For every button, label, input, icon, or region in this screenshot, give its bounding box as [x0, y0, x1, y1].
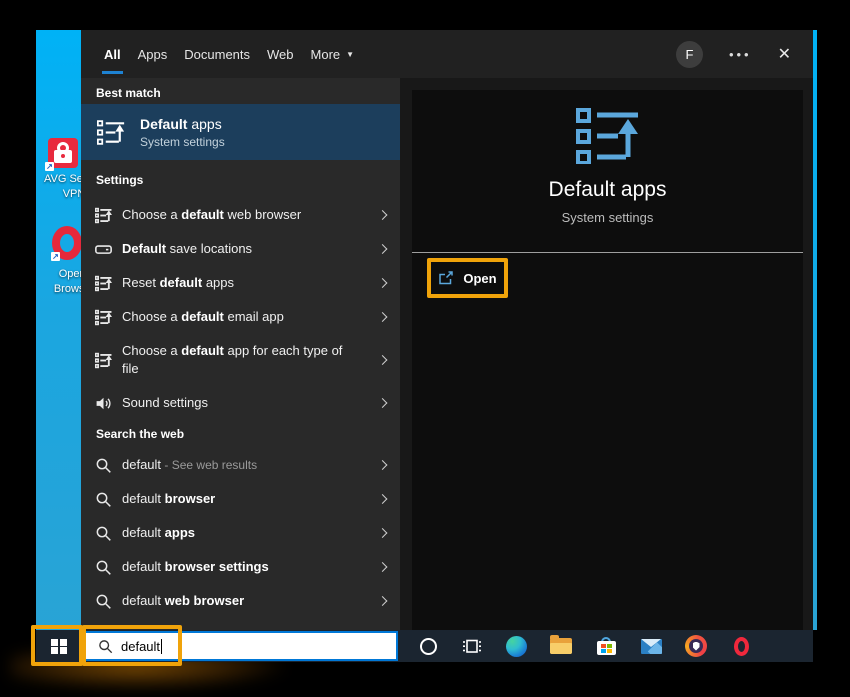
preview-pane: Default apps System settings [400, 78, 813, 630]
web-suggestion-default-apps[interactable]: default apps [81, 516, 400, 550]
chevron-right-icon [378, 355, 388, 365]
search-icon [95, 525, 112, 542]
web-suggestion-default-see-web-results[interactable]: default - See web results [81, 448, 400, 482]
divider [412, 252, 803, 253]
search-icon [95, 457, 112, 474]
best-match-title: Default apps [140, 116, 225, 132]
default-apps-icon [95, 309, 112, 326]
desktop-wallpaper: ↗ AVG Secure VPN ↗ Opera Browser [36, 30, 81, 662]
default-apps-icon [576, 108, 640, 164]
tab-documents[interactable]: Documents [184, 30, 250, 78]
chevron-right-icon [378, 244, 388, 254]
desktop-wallpaper-edge [813, 30, 817, 630]
chevron-right-icon [378, 460, 388, 470]
preview-title: Default apps [412, 178, 803, 202]
default-apps-icon [95, 275, 112, 292]
screenshot-frame: ↗ AVG Secure VPN ↗ Opera Browser All App… [0, 0, 850, 697]
shortcut-arrow-icon: ↗ [45, 162, 54, 171]
web-suggestion-default-browser[interactable]: default browser [81, 482, 400, 516]
result-default-save-locations[interactable]: Default save locations [81, 232, 400, 266]
tab-apps[interactable]: Apps [138, 30, 168, 78]
chevron-right-icon [378, 278, 388, 288]
windows-logo-icon [51, 639, 66, 654]
section-header-search-the-web: Search the web [81, 420, 400, 448]
chevron-down-icon: ▼ [346, 50, 354, 59]
sound-icon [95, 395, 112, 412]
cortana-icon[interactable] [417, 635, 439, 657]
best-match-subtitle: System settings [140, 135, 225, 149]
microsoft-store-icon[interactable] [595, 635, 617, 657]
mail-icon[interactable] [640, 635, 662, 657]
search-flyout: All Apps Documents Web More▼ F ••• ✕ Bes… [81, 30, 813, 630]
search-icon [98, 639, 113, 654]
edge-icon[interactable] [505, 635, 527, 657]
default-apps-icon [97, 120, 125, 145]
open-button[interactable]: Open [431, 262, 504, 294]
taskbar-search-input[interactable]: default [84, 631, 398, 661]
search-query-text: default [121, 639, 160, 654]
close-icon[interactable]: ✕ [778, 44, 791, 64]
chevron-right-icon [378, 210, 388, 220]
chevron-right-icon [378, 528, 388, 538]
open-annotation-box: Open [427, 258, 508, 298]
overflow-menu-icon[interactable]: ••• [729, 47, 752, 62]
result-reset-default-apps[interactable]: Reset default apps [81, 266, 400, 300]
result-choose-default-email-app[interactable]: Choose a default email app [81, 300, 400, 334]
desktop-icon-label: AVG Secure VPN [44, 172, 81, 202]
result-best-match-default-apps[interactable]: Default apps System settings [81, 104, 400, 160]
text-cursor [161, 639, 162, 654]
web-suggestion-default-browser-settings[interactable]: default browser settings [81, 550, 400, 584]
task-view-icon[interactable] [462, 636, 482, 656]
result-choose-default-web-browser[interactable]: Choose a default web browser [81, 198, 400, 232]
result-choose-default-app-each-file-type[interactable]: Choose a default app for each type of fi… [81, 334, 400, 386]
filter-tab-bar: All Apps Documents Web More▼ F ••• ✕ [81, 30, 813, 78]
chevron-right-icon [378, 398, 388, 408]
web-suggestion-default-web-browser[interactable]: default web browser [81, 584, 400, 618]
desktop-icon-opera-browser[interactable]: ↗ [52, 226, 81, 260]
avg-secure-browser-icon[interactable] [685, 635, 707, 657]
result-sound-settings[interactable]: Sound settings [81, 386, 400, 420]
desktop-icon-label: Opera Browser [44, 267, 81, 297]
shortcut-arrow-icon: ↗ [51, 252, 60, 261]
opera-icon[interactable] [730, 635, 752, 657]
search-icon [95, 491, 112, 508]
preview-card: Default apps System settings [412, 90, 803, 630]
chevron-right-icon [378, 562, 388, 572]
tab-more[interactable]: More▼ [311, 30, 355, 78]
tab-web[interactable]: Web [267, 30, 294, 78]
open-window-icon [438, 270, 454, 286]
section-header-settings: Settings [81, 160, 400, 198]
chevron-right-icon [378, 494, 388, 504]
default-apps-icon [95, 207, 112, 224]
preview-subtitle: System settings [412, 210, 803, 225]
chevron-right-icon [378, 312, 388, 322]
save-locations-icon [95, 241, 112, 258]
search-icon [95, 559, 112, 576]
file-explorer-icon[interactable] [550, 635, 572, 657]
start-button[interactable] [36, 630, 81, 662]
default-apps-icon [95, 352, 112, 369]
search-icon [95, 593, 112, 610]
tab-all[interactable]: All [104, 30, 121, 78]
taskbar-icons [400, 630, 813, 662]
section-header-best-match: Best match [81, 78, 400, 104]
user-avatar[interactable]: F [676, 41, 703, 68]
chevron-right-icon [378, 596, 388, 606]
results-list: Best match Default apps System settings … [81, 78, 400, 630]
desktop-icon-avg-secure-vpn[interactable]: ↗ [48, 138, 78, 168]
